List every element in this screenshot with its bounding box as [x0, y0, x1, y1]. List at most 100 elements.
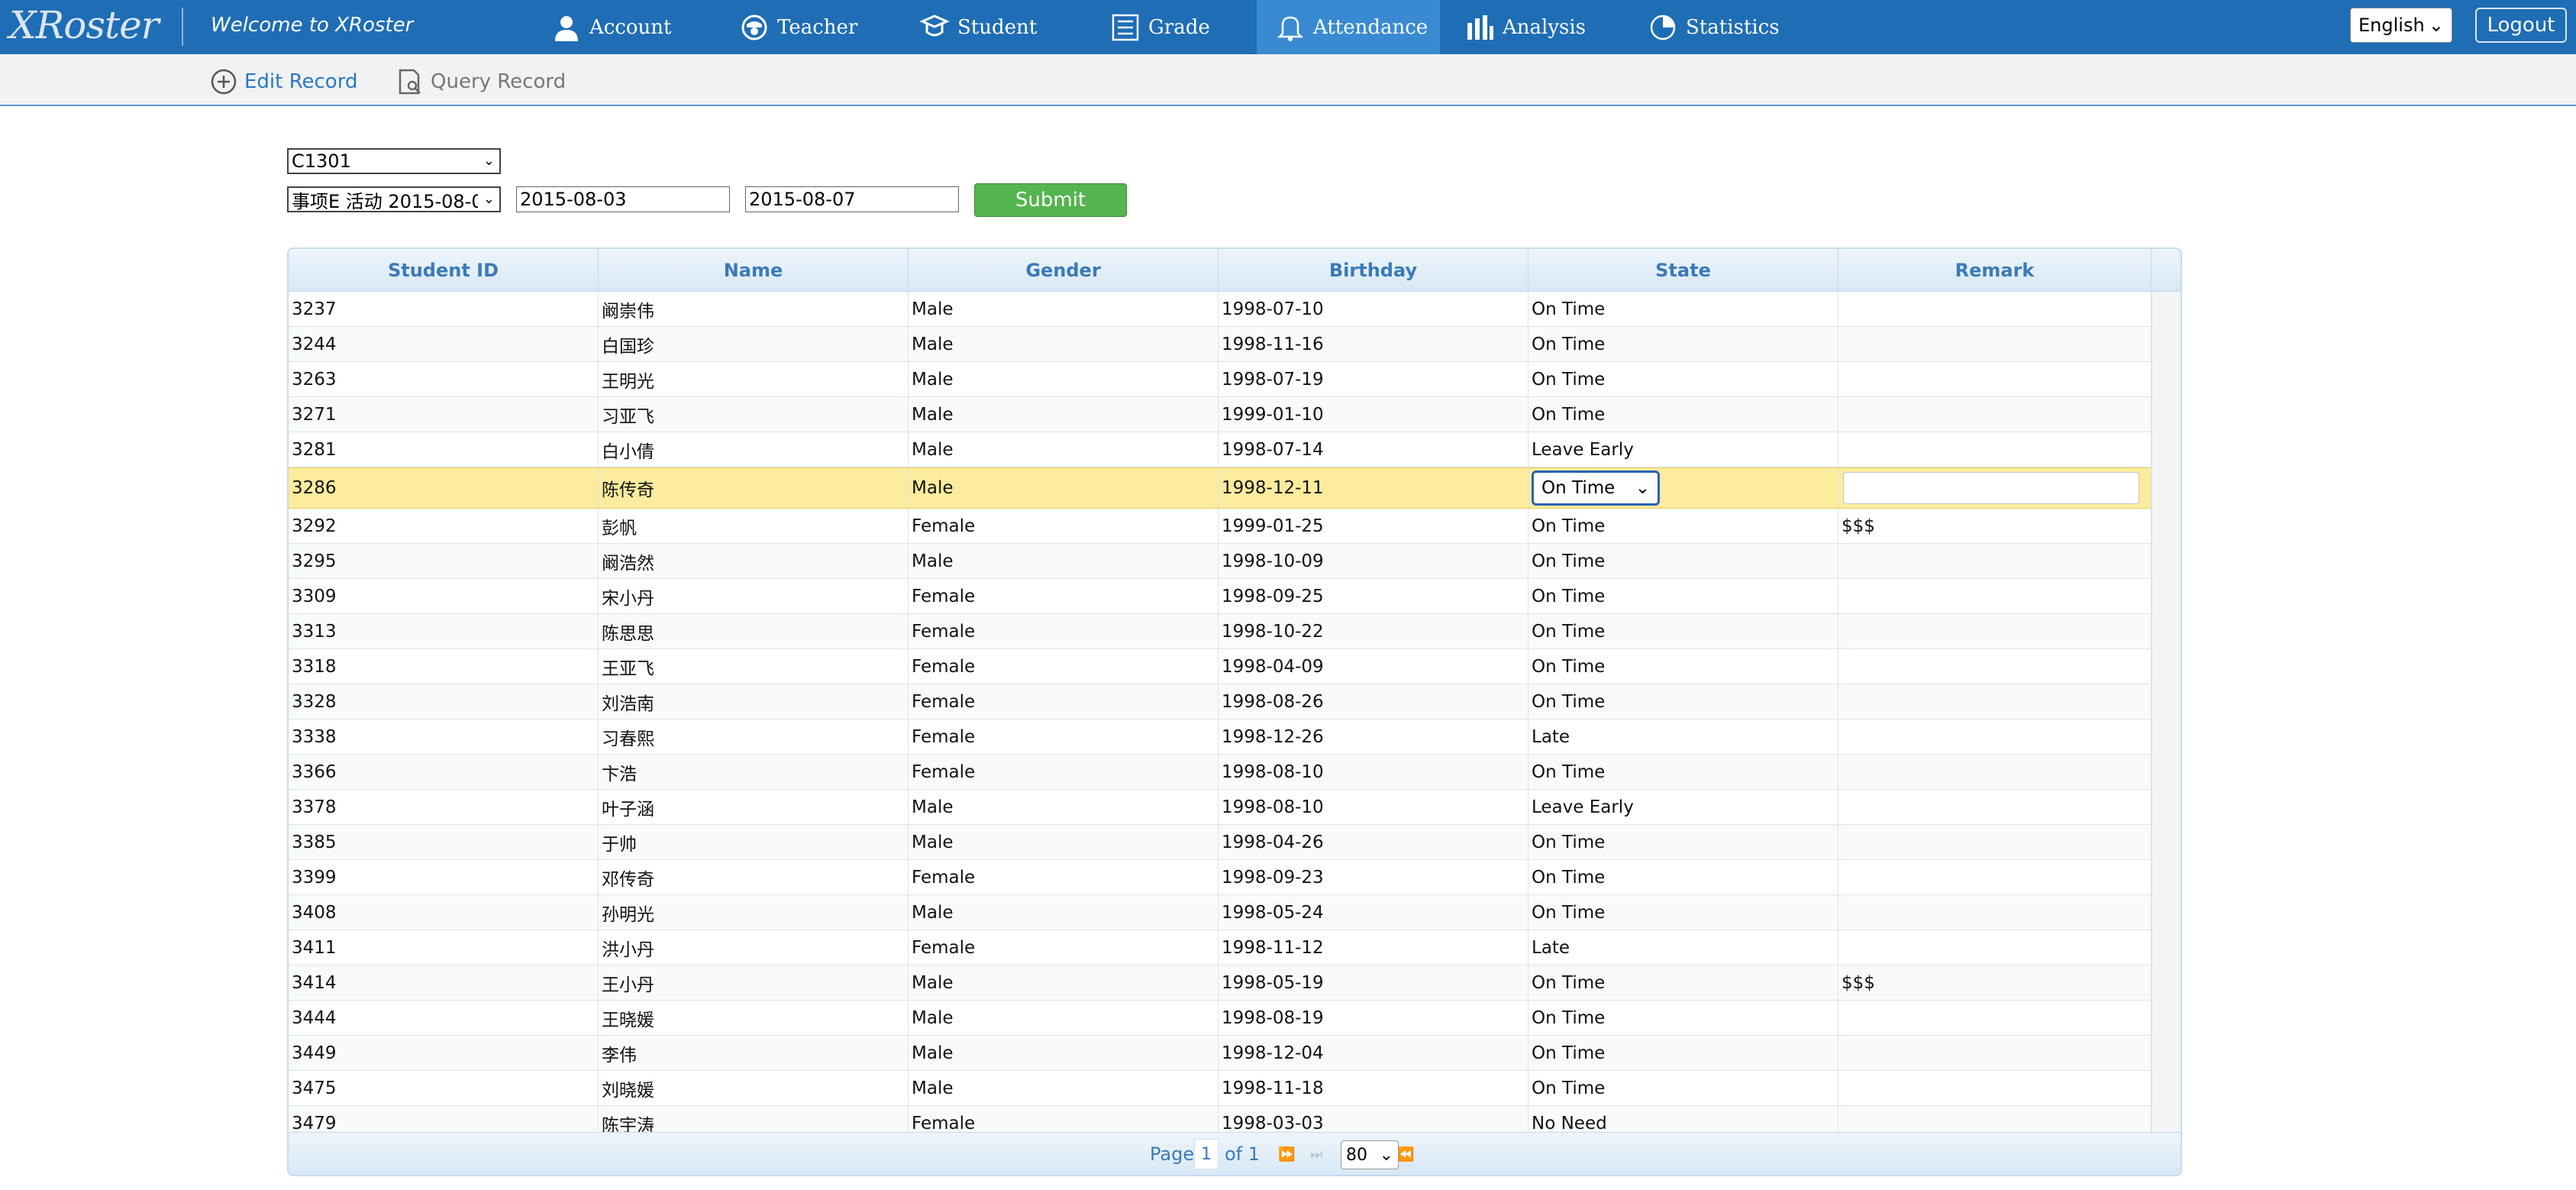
table-row[interactable]: 3244 白国珍 Male 1998-11-16 On Time: [289, 327, 2152, 362]
table-row[interactable]: 3281 白小倩 Male 1998-07-14 Leave Early: [289, 432, 2152, 467]
nav-grade[interactable]: Grade: [1110, 0, 1210, 54]
nav-account[interactable]: Account: [551, 0, 672, 54]
cell-birthday: 1998-12-26: [1219, 719, 1528, 754]
cell-state: Late: [1528, 930, 1838, 965]
previous-page-icon[interactable]: ⏪: [1397, 1146, 1414, 1163]
cell-gender: Female: [909, 1106, 1219, 1132]
column-header-birthday[interactable]: Birthday: [1219, 249, 1528, 292]
state-select[interactable]: On Time ⌄: [1532, 471, 1660, 506]
state-select-value: On Time: [1541, 478, 1616, 498]
table-row[interactable]: 3318 王亚飞 Female 1998-04-09 On Time: [289, 649, 2152, 684]
table-row[interactable]: 3309 宋小丹 Female 1998-09-25 On Time: [289, 579, 2152, 614]
top-navigation-bar: XRoster Welcome to XRoster Account Teach…: [0, 0, 2576, 54]
cell-name: 白国珍: [599, 327, 909, 361]
cell-birthday: 1998-09-23: [1219, 860, 1528, 894]
cell-gender: Female: [909, 684, 1219, 719]
cell-gender: Male: [909, 362, 1219, 396]
cell-remark: [1838, 614, 2152, 648]
table-row[interactable]: 3328 刘浩南 Female 1998-08-26 On Time: [289, 684, 2152, 719]
cell-remark: [1838, 1036, 2152, 1070]
submit-button[interactable]: Submit: [974, 183, 1127, 217]
table-row[interactable]: 3444 王晓媛 Male 1998-08-19 On Time: [289, 1001, 2152, 1036]
page-count-label: of 1: [1225, 1143, 1261, 1165]
event-select[interactable]: 事项E 活动 2015-08-03 ⌄: [287, 186, 501, 212]
cell-name: 邓传奇: [599, 860, 909, 894]
table-row[interactable]: 3295 阚浩然 Male 1998-10-09 On Time: [289, 544, 2152, 579]
table-row[interactable]: 3338 习春熙 Female 1998-12-26 Late: [289, 719, 2152, 755]
cell-student-id: 3399: [289, 860, 599, 894]
column-header-state[interactable]: State: [1528, 249, 1838, 292]
nav-teacher[interactable]: Teacher: [739, 0, 857, 54]
query-record-tab[interactable]: Query Record: [395, 66, 566, 97]
page-size-select[interactable]: 80 ⌄: [1341, 1140, 1399, 1169]
table-row[interactable]: 3286 陈传奇 Male 1998-12-11 On Time ⌄: [289, 467, 2152, 509]
nav-statistics[interactable]: Statistics: [1648, 0, 1780, 54]
class-select-value: C1301: [292, 150, 351, 172]
cell-gender: Male: [909, 825, 1219, 859]
cell-student-id: 3313: [289, 614, 599, 648]
table-row[interactable]: 3408 孙明光 Male 1998-05-24 On Time: [289, 895, 2152, 930]
nav-analysis[interactable]: Analysis: [1464, 0, 1586, 54]
cell-gender: Male: [909, 790, 1219, 824]
nav-student[interactable]: Student: [919, 0, 1037, 54]
table-row[interactable]: 3385 于帅 Male 1998-04-26 On Time: [289, 825, 2152, 860]
cell-state: On Time: [1528, 1036, 1838, 1070]
table-row[interactable]: 3378 叶子涵 Male 1998-08-10 Leave Early: [289, 790, 2152, 825]
table-row[interactable]: 3411 洪小丹 Female 1998-11-12 Late: [289, 930, 2152, 965]
column-header-remark[interactable]: Remark: [1838, 249, 2152, 292]
end-date-input[interactable]: 2015-08-07: [745, 186, 959, 212]
logout-button[interactable]: Logout: [2475, 8, 2567, 43]
student-icon: [919, 14, 950, 36]
cell-name: 陈思思: [599, 614, 909, 648]
cell-name: 于帅: [599, 825, 909, 859]
vertical-scrollbar[interactable]: [2152, 292, 2181, 1132]
cell-remark: [1838, 1106, 2152, 1132]
cell-name: 孙明光: [599, 895, 909, 930]
column-header-student-id[interactable]: Student ID: [289, 249, 599, 292]
table-row[interactable]: 3399 邓传奇 Female 1998-09-23 On Time: [289, 860, 2152, 895]
cell-student-id: 3292: [289, 509, 599, 543]
cell-name: 宋小丹: [599, 579, 909, 613]
cell-student-id: 3378: [289, 790, 599, 824]
welcome-text: Welcome to XRoster: [211, 14, 414, 37]
xroster-logo[interactable]: XRoster: [9, 3, 160, 49]
chevron-down-icon: ⌄: [1379, 1145, 1393, 1165]
cell-birthday: 1998-04-09: [1219, 649, 1528, 684]
edit-record-tab[interactable]: Edit Record: [209, 66, 357, 97]
cell-state: On Time: [1528, 509, 1838, 543]
table-row[interactable]: 3237 阚崇伟 Male 1998-07-10 On Time: [289, 292, 2152, 327]
table-row[interactable]: 3292 彭帆 Female 1999-01-25 On Time $$$: [289, 509, 2152, 544]
chevron-down-icon: ⌄: [1635, 478, 1650, 498]
start-date-input[interactable]: 2015-08-03: [516, 186, 730, 212]
cell-gender: Female: [909, 509, 1219, 543]
cell-student-id: 3475: [289, 1071, 599, 1105]
class-select[interactable]: C1301 ⌄: [287, 148, 501, 174]
logo-divider: [182, 8, 183, 46]
remark-input[interactable]: [1843, 472, 2139, 504]
cell-state: On Time ⌄: [1528, 468, 1838, 508]
column-header-name[interactable]: Name: [599, 249, 909, 292]
cell-remark: [1838, 1071, 2152, 1105]
cell-name: 彭帆: [599, 509, 909, 543]
table-row[interactable]: 3263 王明光 Male 1998-07-19 On Time: [289, 362, 2152, 397]
column-header-gender[interactable]: Gender: [909, 249, 1219, 292]
cell-state: On Time: [1528, 292, 1838, 326]
table-row[interactable]: 3475 刘晓媛 Male 1998-11-18 On Time: [289, 1071, 2152, 1106]
cell-name: 阚崇伟: [599, 292, 909, 326]
next-page-icon[interactable]: ⏩: [1278, 1146, 1295, 1163]
nav-attendance[interactable]: Attendance: [1257, 0, 1440, 54]
pagination-bar: ⏮ ⏪ Page 1 of 1 ⏩ ⏭ 80 ⌄: [289, 1132, 2181, 1175]
table-row[interactable]: 3414 王小丹 Male 1998-05-19 On Time $$$: [289, 965, 2152, 1001]
table-row[interactable]: 3271 习亚飞 Male 1999-01-10 On Time: [289, 397, 2152, 432]
table-row[interactable]: 3366 卞浩 Female 1998-08-10 On Time: [289, 755, 2152, 790]
cell-name: 王亚飞: [599, 649, 909, 684]
page-number-input[interactable]: 1: [1194, 1139, 1219, 1169]
last-page-icon[interactable]: ⏭: [1310, 1146, 1322, 1163]
language-select[interactable]: English ⌄: [2350, 8, 2452, 43]
table-row[interactable]: 3479 陈宇涛 Female 1998-03-03 No Need: [289, 1106, 2152, 1132]
table-row[interactable]: 3313 陈思思 Female 1998-10-22 On Time: [289, 614, 2152, 649]
cell-remark: [1838, 895, 2152, 930]
cell-gender: Female: [909, 649, 1219, 684]
cell-name: 白小倩: [599, 432, 909, 467]
table-row[interactable]: 3449 李伟 Male 1998-12-04 On Time: [289, 1036, 2152, 1071]
